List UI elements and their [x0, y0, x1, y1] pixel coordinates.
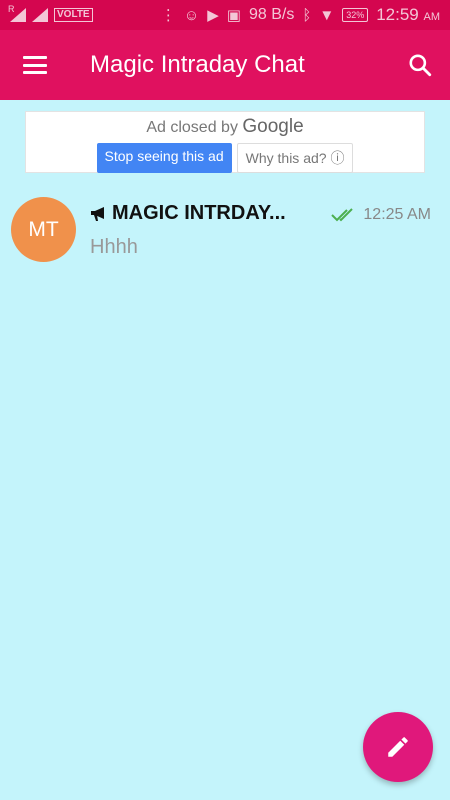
- hamburger-icon: [23, 56, 47, 74]
- status-bar-right: ⋮ ☺ ▶ ▣ 98 B/s ᛒ ▼ 32% 12:59 AM: [161, 5, 440, 25]
- google-logo: Google: [242, 116, 304, 137]
- chat-title: MAGIC INTRDAY...: [90, 202, 286, 225]
- search-button[interactable]: [390, 30, 450, 100]
- status-bar-left: R VOLTE: [8, 4, 93, 22]
- clock: 12:59 AM: [376, 5, 440, 25]
- signal-icon-2: [32, 8, 48, 22]
- stop-seeing-ad-button[interactable]: Stop seeing this ad: [96, 143, 232, 173]
- image-icon: ▣: [226, 7, 241, 24]
- chat-preview: Hhhh: [90, 236, 138, 258]
- chat-time: 12:25 AM: [363, 206, 431, 223]
- ad-closed-by: Ad closed by: [146, 119, 238, 136]
- more-vert-icon: ⋮: [160, 7, 176, 24]
- avatar: MT: [11, 197, 76, 262]
- megaphone-icon: [91, 206, 104, 221]
- app-title: Magic Intraday Chat: [90, 51, 305, 78]
- wifi-icon: ▼: [319, 6, 335, 24]
- double-check-icon: [331, 208, 354, 222]
- why-this-ad-label: Why this ad?: [245, 150, 327, 166]
- why-this-ad-button[interactable]: Why this ad? ⓘ: [236, 143, 354, 173]
- menu-button[interactable]: [0, 30, 70, 100]
- app-bar: Magic Intraday Chat: [0, 30, 450, 100]
- chat-list-item[interactable]: MT MAGIC INTRDAY... Hhhh 12:25 AM: [0, 190, 450, 270]
- ad-closed-text: Ad closed by Google: [26, 116, 424, 138]
- ad-banner: Ad closed by Google Stop seeing this ad …: [25, 111, 425, 173]
- net-speed: 98 B/s: [248, 6, 295, 23]
- search-icon: [409, 54, 432, 77]
- clock-time: 12:59: [376, 5, 419, 24]
- chat-name-text: MAGIC INTRDAY...: [112, 202, 286, 224]
- status-bar: R VOLTE ⋮ ☺ ▶ ▣ 98 B/s ᛒ ▼ 32% 12:59 AM: [0, 0, 450, 30]
- battery-icon: 32%: [342, 8, 369, 22]
- volte-badge: VOLTE: [54, 8, 93, 22]
- emoji-icon: ☺: [183, 6, 200, 24]
- clock-ampm: AM: [423, 11, 441, 23]
- play-icon: ▶: [207, 7, 219, 24]
- pencil-icon: [388, 737, 408, 757]
- bluetooth-icon: ᛒ: [302, 6, 312, 24]
- chat-meta: 12:25 AM: [331, 206, 431, 224]
- signal-icon: R: [8, 4, 26, 22]
- ad-buttons: Stop seeing this ad Why this ad? ⓘ: [26, 143, 424, 173]
- compose-button[interactable]: [363, 712, 433, 782]
- info-icon: ⓘ: [330, 150, 345, 166]
